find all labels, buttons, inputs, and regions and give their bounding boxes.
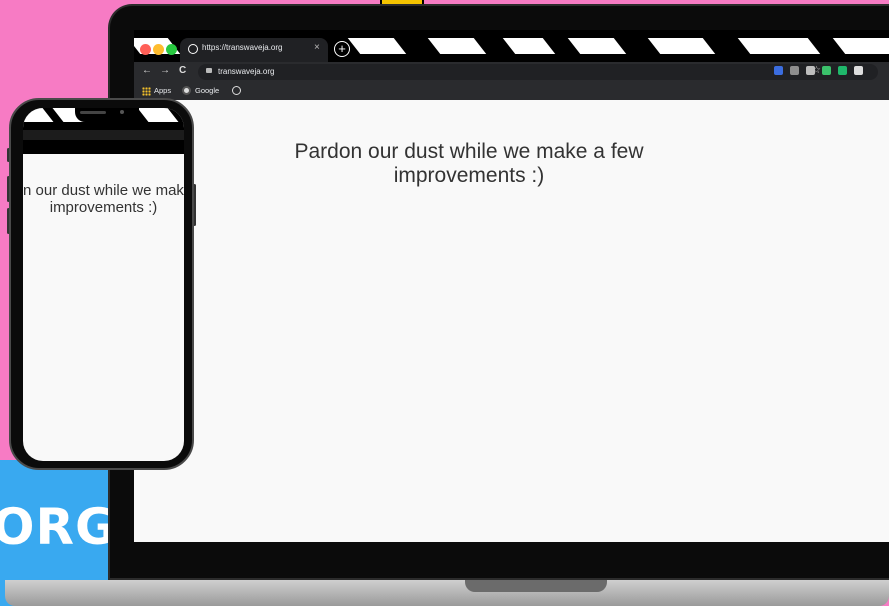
extension-icon[interactable] [838,66,847,75]
maximize-window-button[interactable] [166,44,177,55]
tab-title: https://transwaveja.org [202,43,283,52]
page-message: Pardon our dust while we make a few impr… [134,140,804,188]
stripe-decoration [427,38,487,54]
close-window-button[interactable] [140,44,151,55]
google-icon[interactable] [182,86,191,95]
bookmarks-bar: Apps Google [134,82,889,100]
phone-frame: Pardon our dust while we make a few impr… [9,98,194,470]
bookmark-google[interactable]: Google [195,86,219,95]
browser-window: https://transwaveja.org × + ← → C transw… [134,30,889,542]
tab-close-button[interactable]: × [314,42,320,53]
new-tab-button[interactable]: + [334,41,350,57]
page-message-line: Pardon our dust while we make a few [294,140,644,163]
stripe-decoration [23,108,54,122]
phone-message-line: Pardon our dust while we make a few [23,182,184,199]
browser-titlebar: https://transwaveja.org × + [134,30,889,62]
stripe-decoration [832,38,889,54]
browser-toolbar: ← → C transwaveja.org ☆ [134,62,889,82]
page-message-line: improvements :) [393,164,545,187]
browser-tab[interactable]: https://transwaveja.org × [180,38,328,62]
phone-message: Pardon our dust while we make a few impr… [23,182,184,216]
apps-icon[interactable] [142,87,151,96]
globe-icon[interactable] [232,86,241,95]
stripe-decoration [502,38,556,54]
bookmark-apps[interactable]: Apps [154,86,171,95]
laptop-base [5,580,889,606]
phone-address-bar[interactable] [23,130,184,140]
phone-screen: Pardon our dust while we make a few impr… [23,108,184,461]
extension-icon[interactable] [790,66,799,75]
stripe-decoration [647,38,716,54]
forward-button[interactable]: → [160,65,170,76]
stripe-decoration [567,38,627,54]
extension-icon[interactable] [854,66,863,75]
brand-text: ORG [0,498,118,556]
minimize-window-button[interactable] [153,44,164,55]
phone-speaker [80,111,106,114]
reload-button[interactable]: C [179,65,186,76]
laptop-notch [465,580,607,592]
globe-icon [188,44,198,54]
lock-icon [206,68,212,73]
phone-camera [120,110,124,114]
stripe-decoration [347,38,407,54]
extension-icon[interactable] [806,66,815,75]
extension-icon[interactable] [774,66,783,75]
extension-icon[interactable] [822,66,831,75]
stripe-decoration [137,108,179,122]
stripe-decoration [737,38,821,54]
back-button[interactable]: ← [142,65,152,76]
phone-message-line: improvements :) [49,199,158,216]
address-text: transwaveja.org [218,67,275,76]
